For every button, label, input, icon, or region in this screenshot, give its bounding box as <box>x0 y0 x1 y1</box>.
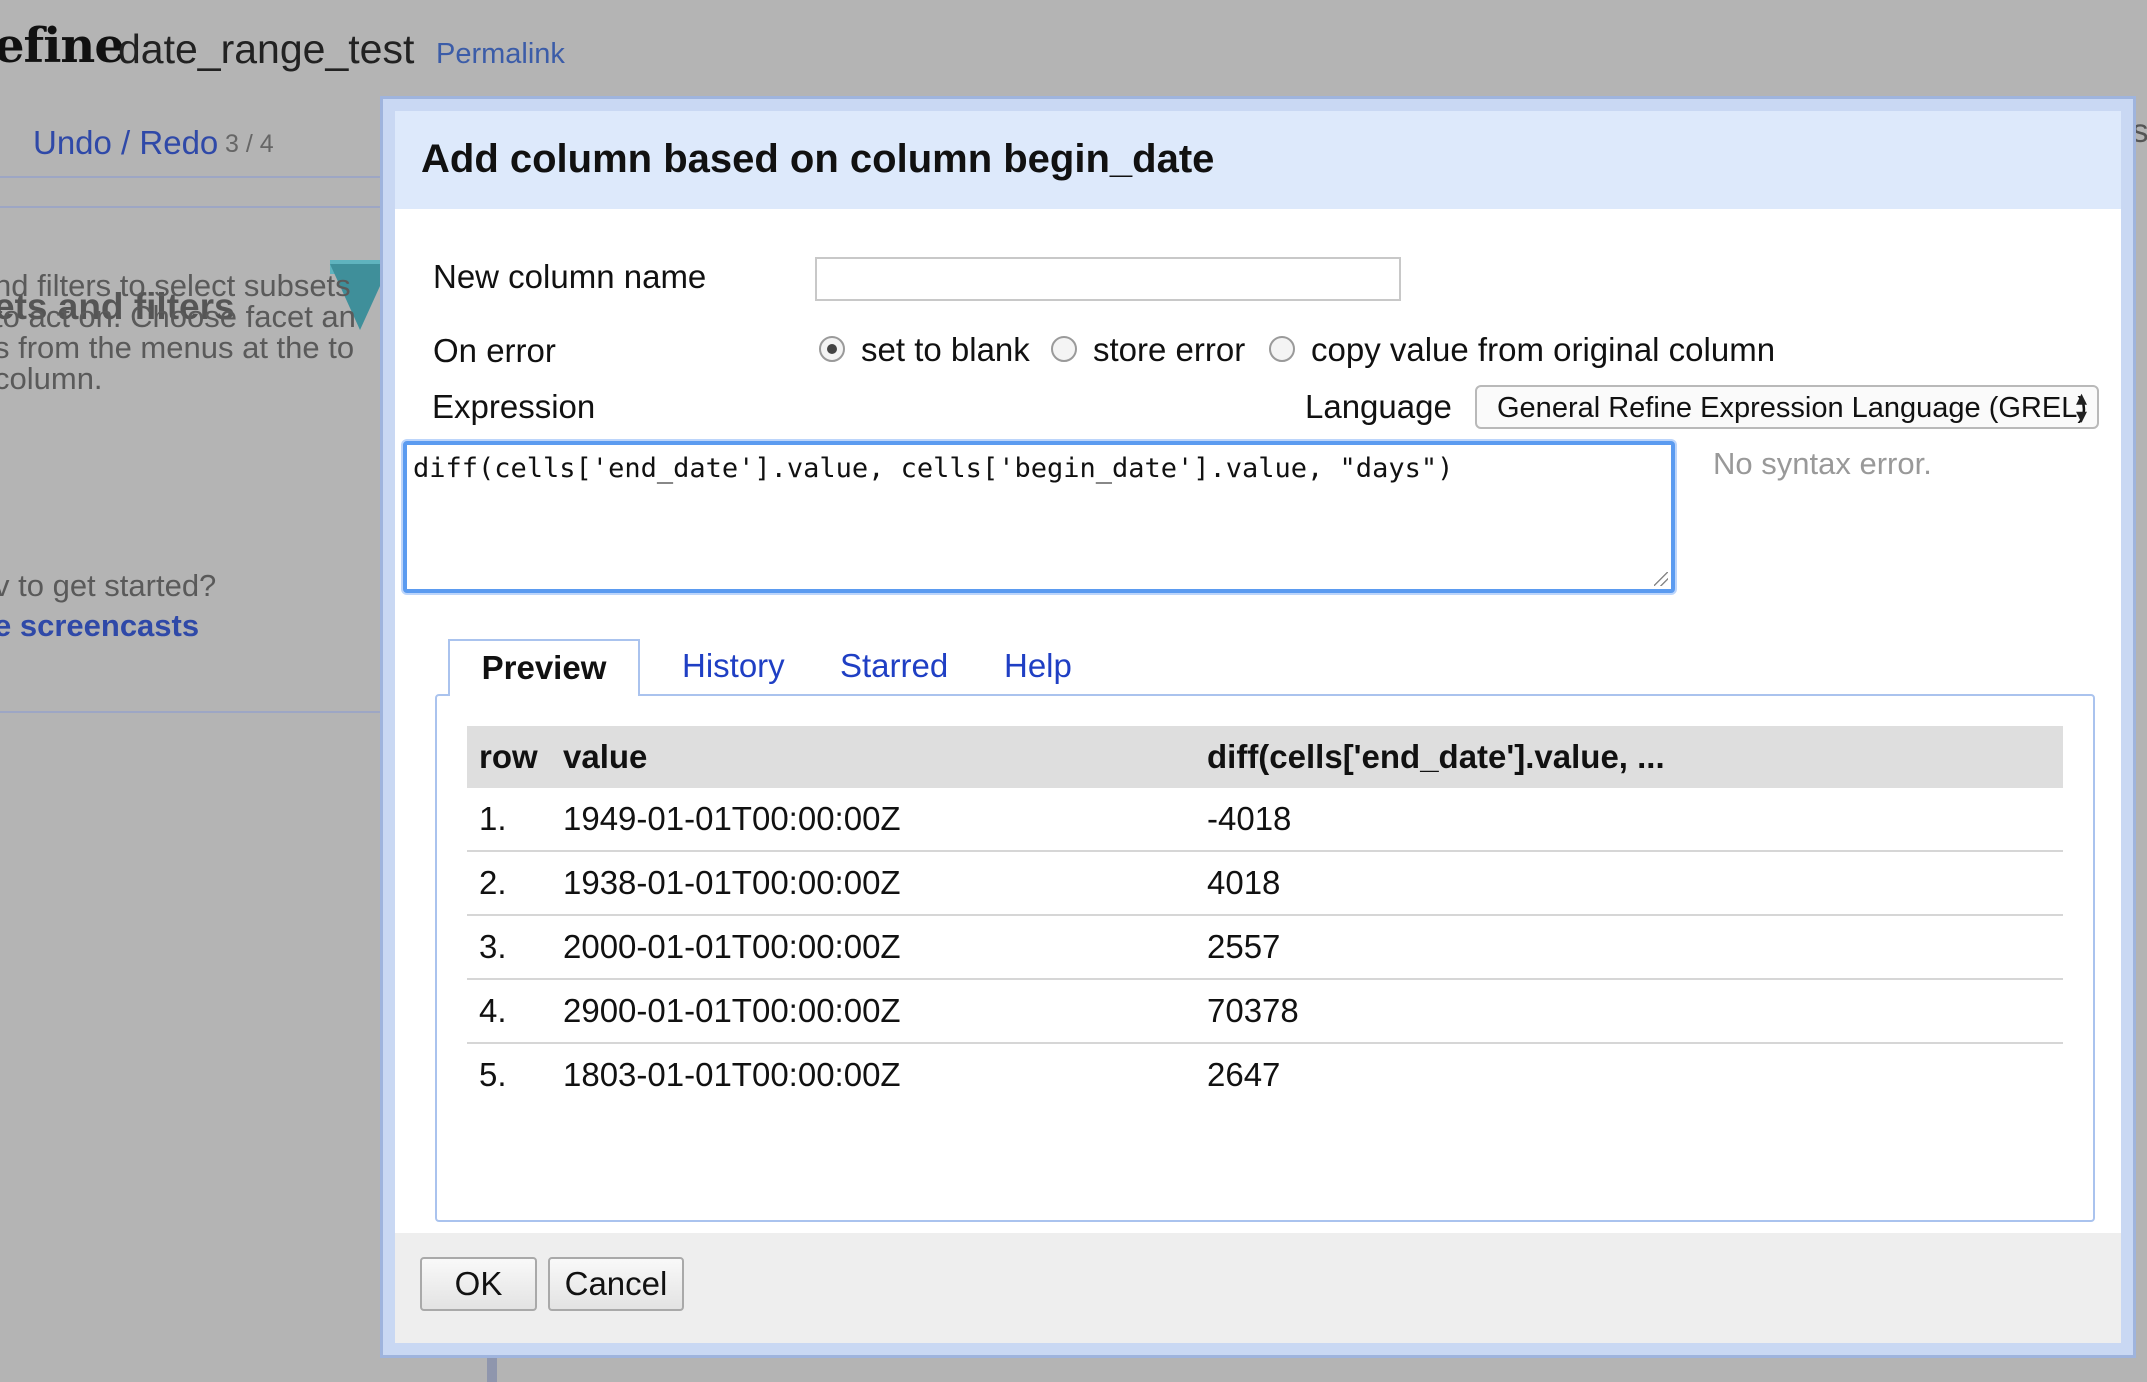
row-value: 1949-01-01T00:00:00Z <box>551 788 1195 852</box>
tab-help[interactable]: Help <box>1004 647 1072 685</box>
ok-button[interactable]: OK <box>420 1257 537 1311</box>
language-label: Language <box>1305 388 1452 425</box>
undo-redo-bar: Undo / Redo 3 / 4 <box>0 112 385 178</box>
radio-store-error[interactable] <box>1051 336 1077 362</box>
add-column-dialog: Add column based on column begin_date Ne… <box>380 96 2136 1358</box>
table-row: 5. 1803-01-01T00:00:00Z 2647 <box>467 1043 2063 1106</box>
screencasts-link[interactable]: e screencasts <box>0 608 199 644</box>
app-header: efine date_range_test Permalink <box>0 0 2147 96</box>
facets-help-line: column. <box>0 361 103 396</box>
row-value: 2900-01-01T00:00:00Z <box>551 979 1195 1044</box>
table-row: 1. 1949-01-01T00:00:00Z -4018 <box>467 788 2063 852</box>
background-divider <box>487 1355 497 1382</box>
radio-set-to-blank[interactable] <box>819 336 845 362</box>
row-result: 4018 <box>1195 851 2063 916</box>
column-header-value: value <box>551 726 1195 788</box>
expression-text: diff(cells['end_date'].value, cells['beg… <box>413 453 1454 484</box>
on-error-label: On error <box>433 332 556 369</box>
radio-label-copy-value[interactable]: copy value from original column <box>1311 331 1775 369</box>
app-logo: efine <box>0 18 125 74</box>
row-result: 70378 <box>1195 979 2063 1044</box>
dialog-title: Add column based on column begin_date <box>421 137 1215 181</box>
row-result: -4018 <box>1195 788 2063 852</box>
cancel-button[interactable]: Cancel <box>548 1257 684 1311</box>
row-index: 2. <box>467 851 551 916</box>
undo-redo-tab[interactable]: Undo / Redo <box>33 124 218 162</box>
radio-copy-value[interactable] <box>1269 336 1295 362</box>
tab-preview[interactable]: Preview <box>448 639 640 696</box>
language-select-value: General Refine Expression Language (GREL… <box>1497 392 2087 424</box>
dialog-body: Add column based on column begin_date Ne… <box>395 111 2121 1343</box>
syntax-status: No syntax error. <box>1713 446 1932 481</box>
row-value: 2000-01-01T00:00:00Z <box>551 915 1195 980</box>
row-result: 2557 <box>1195 915 2063 980</box>
radio-label-store-error[interactable]: store error <box>1093 331 1245 369</box>
get-started-text: v to get started? <box>0 568 217 603</box>
column-header-result: diff(cells['end_date'].value, ... <box>1195 726 2063 788</box>
column-header-row: row <box>467 726 551 788</box>
row-index: 1. <box>467 788 551 852</box>
row-value: 1803-01-01T00:00:00Z <box>563 1056 901 1093</box>
table-row: 4. 2900-01-01T00:00:00Z 70378 <box>467 979 2063 1044</box>
project-name[interactable]: date_range_test <box>118 26 414 73</box>
table-header-row: row value diff(cells['end_date'].value, … <box>467 726 2063 788</box>
table-row: 2. 1938-01-01T00:00:00Z 4018 <box>467 851 2063 916</box>
dialog-header: Add column based on column begin_date <box>395 111 2121 209</box>
row-result: 2647 <box>1207 1056 1281 1093</box>
tab-history[interactable]: History <box>682 647 785 685</box>
expression-textarea[interactable]: diff(cells['end_date'].value, cells['beg… <box>403 441 1675 593</box>
language-select[interactable]: General Refine Expression Language (GREL… <box>1475 385 2099 429</box>
row-index: 5. <box>479 1056 507 1093</box>
preview-table: row value diff(cells['end_date'].value, … <box>467 726 2063 1106</box>
expression-label: Expression <box>432 388 596 425</box>
preview-panel: row value diff(cells['end_date'].value, … <box>435 694 2095 1222</box>
resize-handle-icon[interactable] <box>1654 572 1668 586</box>
undo-redo-count: 3 / 4 <box>225 130 274 158</box>
row-value: 1938-01-01T00:00:00Z <box>551 851 1195 916</box>
new-column-name-input[interactable] <box>815 257 1401 301</box>
new-column-name-label: New column name <box>433 258 707 295</box>
table-row: 3. 2000-01-01T00:00:00Z 2557 <box>467 915 2063 980</box>
select-arrows-icon: ▴ ▾ <box>2075 385 2087 428</box>
radio-label-set-to-blank[interactable]: set to blank <box>861 331 1030 369</box>
row-index: 3. <box>467 915 551 980</box>
facets-panel: ets and filters nd filters to select sub… <box>0 206 390 713</box>
tab-starred[interactable]: Starred <box>840 647 948 685</box>
permalink-link[interactable]: Permalink <box>436 38 565 71</box>
row-index: 4. <box>467 979 551 1044</box>
dialog-footer: OK Cancel <box>395 1233 2121 1343</box>
